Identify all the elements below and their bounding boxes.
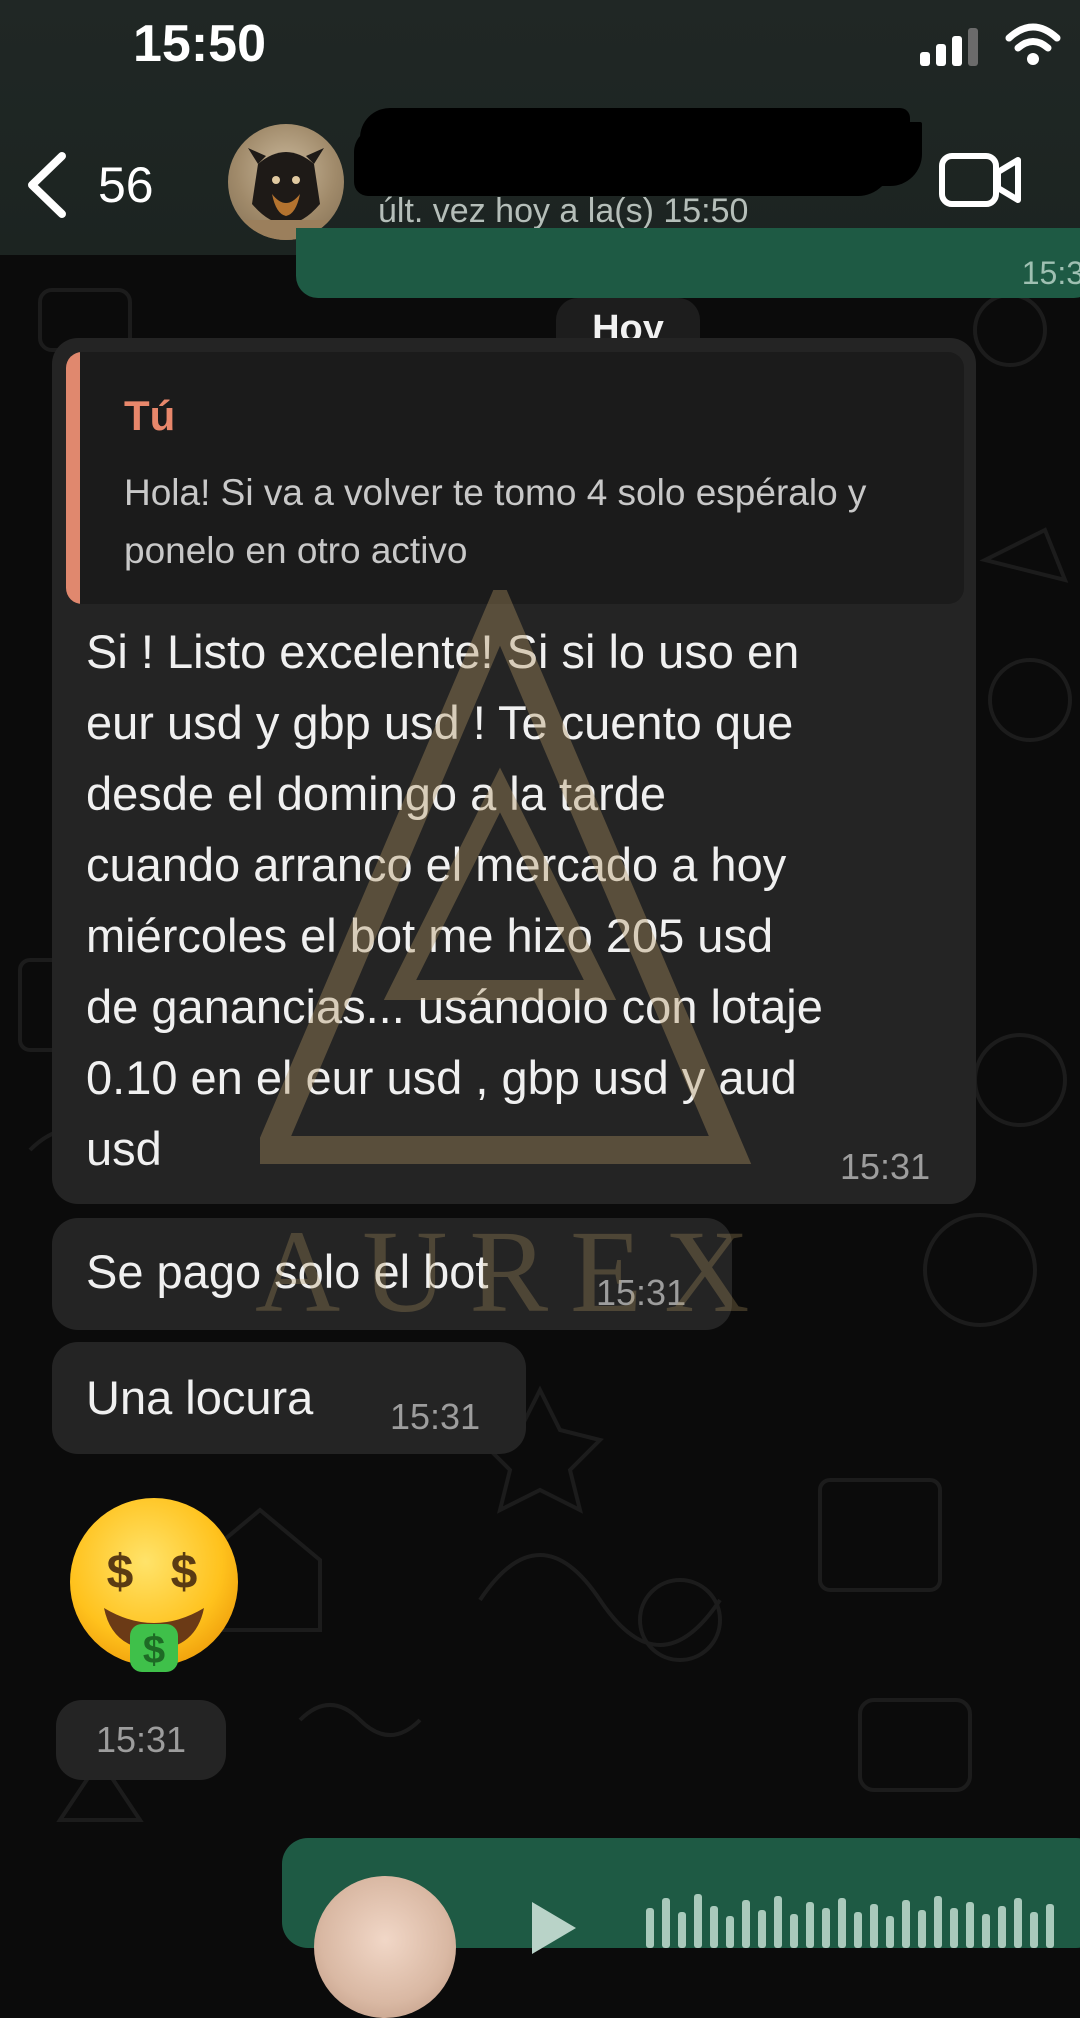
redacted-contact-name <box>360 108 910 188</box>
svg-text:$: $ <box>107 1546 134 1599</box>
audio-waveform[interactable] <box>646 1888 1066 1948</box>
outgoing-audio-bubble[interactable] <box>282 1838 1080 2018</box>
sender-avatar <box>314 1876 456 2018</box>
message-time: 15:3 <box>1021 255 1080 291</box>
back-chevron-icon[interactable] <box>22 150 72 220</box>
signal-icon <box>920 28 978 66</box>
quote-text: Hola! Si va a volver te tomo 4 solo espé… <box>124 472 867 571</box>
quoted-reply[interactable]: Tú Hola! Si va a volver te tomo 4 solo e… <box>66 352 964 604</box>
chat-header: 15:50 56 últ. vez hoy a la(s) 15:50 <box>0 0 1080 255</box>
last-seen-status: últ. vez hoy a la(s) 15:50 <box>378 192 749 230</box>
message-time: 15:31 <box>390 1396 481 1437</box>
money-mouth-face-emoji[interactable]: $ $ $ <box>64 1496 244 1676</box>
message-time: 15:31 <box>56 1700 226 1780</box>
message-text: Si ! Listo excelente! Si si lo uso en eu… <box>86 625 823 1175</box>
message-text: Se pago solo el bot <box>86 1245 489 1298</box>
play-icon[interactable] <box>532 1902 576 1954</box>
contact-avatar[interactable] <box>228 124 344 240</box>
incoming-message-bubble[interactable]: Una locura 15:31 <box>52 1342 526 1454</box>
quote-author: Tú <box>124 392 176 439</box>
status-time: 15:50 <box>133 15 266 73</box>
wifi-icon <box>1005 23 1061 65</box>
message-time: 15:31 <box>840 1146 931 1187</box>
message-text: Una locura <box>86 1371 314 1424</box>
quote-accent-bar <box>66 352 80 604</box>
previous-outgoing-bubble: 15:3 <box>296 228 1080 298</box>
unread-count[interactable]: 56 <box>98 156 154 214</box>
incoming-message-bubble[interactable]: Se pago solo el bot 15:31 <box>52 1218 732 1330</box>
svg-text:$: $ <box>171 1546 198 1599</box>
svg-text:$: $ <box>143 1628 165 1672</box>
video-call-icon[interactable] <box>938 152 1022 208</box>
incoming-message-bubble[interactable]: Tú Hola! Si va a volver te tomo 4 solo e… <box>52 338 976 1204</box>
message-time: 15:31 <box>596 1272 687 1313</box>
